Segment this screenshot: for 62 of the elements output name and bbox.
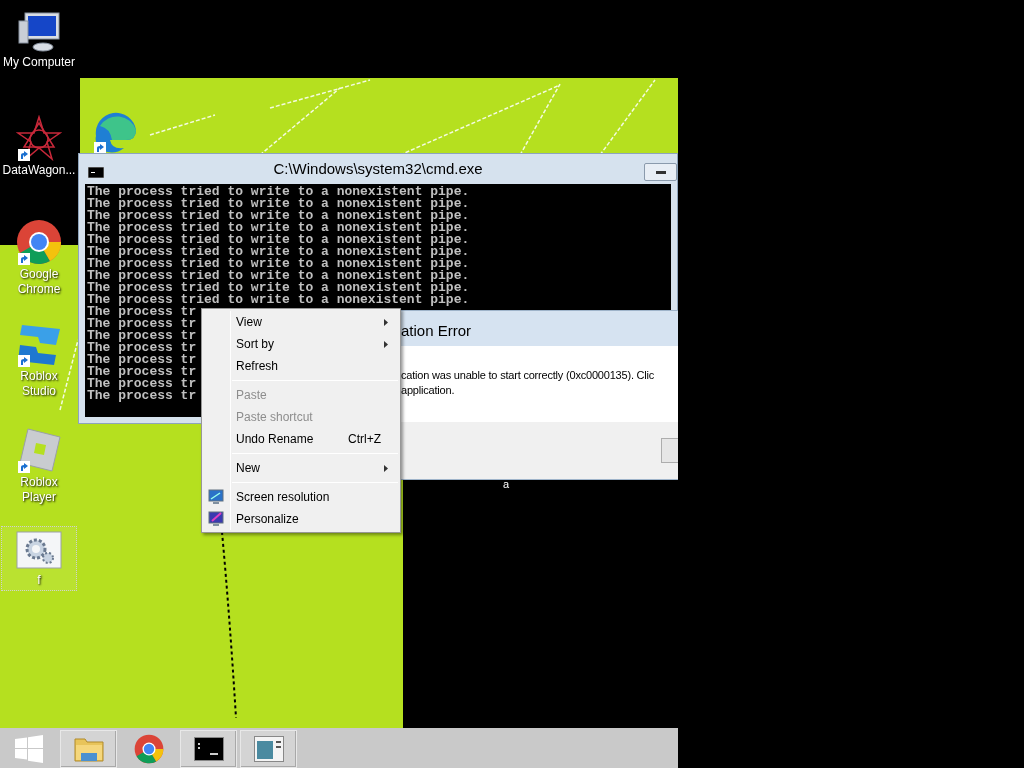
desktop-icon[interactable]: DataWagon... (1, 110, 77, 181)
icon-label: My Computer (3, 55, 75, 70)
menu-item-label: Personalize (236, 511, 299, 528)
console-line: The process tried to write to a nonexistent pipe. (87, 234, 470, 246)
app-window-icon (253, 736, 284, 762)
console-line: The process tried to write to a nonexistent pipe. (87, 186, 470, 198)
menu-item[interactable]: Personalize (204, 508, 398, 530)
menu-item-label: Refresh (236, 358, 279, 375)
taskbar-button[interactable] (180, 730, 237, 768)
menu-item-label: Paste shortcut (236, 409, 313, 426)
console-line: The process tried to write to a nonexistent pipe. (87, 294, 470, 306)
console-line: The process tr (87, 390, 197, 402)
desktop-icon[interactable]: My Computer (1, 6, 77, 73)
console-line: The process tried to write to a nonexistent pipe. (87, 282, 470, 294)
windows-logo-icon (14, 735, 43, 763)
error-message: application. (401, 383, 455, 398)
console-line: The process tr (87, 318, 197, 330)
chrome-icon (133, 734, 164, 764)
menu-item-label: Undo Rename (236, 431, 314, 448)
stray-label: a (503, 477, 510, 492)
icon-label: Roblox Player (19, 475, 59, 505)
console-line: The process tr (87, 378, 197, 390)
star-pattern-icon (16, 115, 62, 161)
computer-icon (17, 11, 61, 53)
console-line: The process tried to write to a nonexistent pipe. (87, 198, 470, 210)
menu-item[interactable]: View (204, 311, 398, 333)
console-line: The process tried to write to a nonexistent pipe. (87, 210, 470, 222)
console-line: The process tried to write to a nonexistent pipe. (87, 246, 470, 258)
menu-item-label: Paste (236, 387, 267, 404)
menu-item-label: View (236, 314, 262, 331)
console-icon (88, 167, 104, 178)
console-line: The process tried to write to a nonexistent pipe. (87, 270, 470, 282)
minimize-button[interactable] (644, 163, 677, 181)
console-line: The process tr (87, 342, 197, 354)
shortcut-label: Ctrl+Z (348, 431, 381, 448)
console-line: The process tr (87, 306, 197, 318)
console-line: The process tried to write to a nonexistent pipe. (87, 258, 470, 270)
console-line: The process tr (87, 366, 197, 378)
menu-item[interactable]: Sort by (204, 333, 398, 355)
chrome-icon (16, 219, 62, 265)
gear-icon (16, 531, 62, 571)
window-title: C:\Windows\system32\cmd.exe (273, 158, 483, 179)
console-icon (193, 737, 224, 761)
menu-item[interactable]: Screen resolution (204, 486, 398, 508)
icon-label: DataWagon... (2, 163, 76, 178)
menu-item[interactable]: Refresh (204, 355, 398, 377)
icon-label: Google Chrome (16, 267, 62, 297)
console-line: The process tr (87, 354, 197, 366)
menu-item[interactable]: New (204, 457, 398, 479)
tiles-icon (16, 323, 62, 367)
menu-item-label: Sort by (236, 336, 274, 353)
menu-item-label: New (236, 460, 260, 477)
dialog-title: ation Error (401, 320, 472, 341)
console-line: The process tr (87, 330, 197, 342)
menu-item[interactable]: Undo Rename Ctrl+Z (204, 428, 398, 450)
monitor-icon (208, 489, 224, 505)
icon-label: f (37, 573, 41, 588)
console-line: The process tried to write to a nonexistent pipe. (87, 222, 470, 234)
monitor-brush-icon (208, 511, 224, 527)
menu-item-label: Screen resolution (236, 489, 330, 506)
error-message: cation was unable to start correctly (0xc0000135). Clic (401, 368, 655, 383)
icon-label: Roblox Studio (19, 369, 59, 399)
